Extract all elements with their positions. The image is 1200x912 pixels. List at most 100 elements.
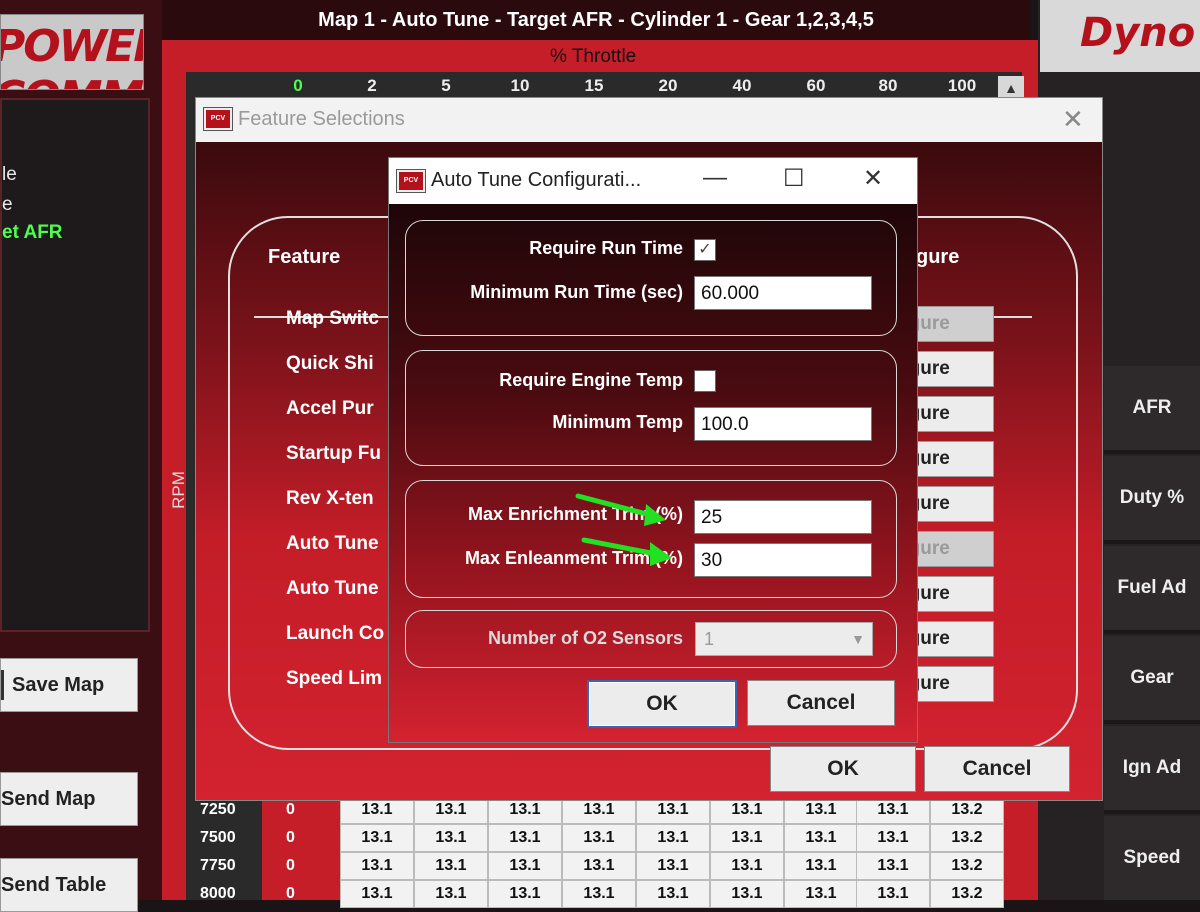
- afr-cell[interactable]: 13.1: [784, 824, 858, 852]
- column-header: 80: [878, 76, 898, 95]
- gauge-speed[interactable]: Speed: [1104, 816, 1200, 904]
- o2-sensors-value: 1: [704, 629, 715, 649]
- afr-cell[interactable]: 13.1: [784, 880, 858, 908]
- require-run-time-label: Require Run Time: [529, 238, 683, 258]
- column-header: 5: [441, 76, 451, 95]
- afr-cell[interactable]: 13.1: [340, 852, 414, 880]
- feature-cancel-button[interactable]: Cancel: [924, 746, 1070, 792]
- column-header: 15: [584, 76, 604, 95]
- send-map-button[interactable]: Send Map: [0, 772, 138, 826]
- app-icon: PCV: [204, 108, 232, 130]
- auto-tune-cancel-button[interactable]: Cancel: [747, 680, 895, 726]
- afr-cell[interactable]: 13.2: [930, 824, 1004, 852]
- gauge-fuel-adjust[interactable]: Fuel Ad: [1104, 546, 1200, 634]
- require-engine-temp-label: Require Engine Temp: [499, 370, 683, 390]
- button-separator: [1, 670, 4, 700]
- maximize-icon[interactable]: ☐: [783, 164, 805, 193]
- chevron-down-icon: ▼: [851, 631, 865, 647]
- afr-cell[interactable]: 13.1: [340, 824, 414, 852]
- afr-cell[interactable]: 13.2: [930, 880, 1004, 908]
- save-map-label: Save Map: [12, 673, 105, 696]
- gauge-afr[interactable]: AFR: [1104, 366, 1200, 454]
- afr-cell[interactable]: 13.1: [340, 880, 414, 908]
- require-engine-temp-checkbox[interactable]: [694, 370, 716, 392]
- afr-cell[interactable]: 13.1: [710, 796, 784, 824]
- map-nav-list: le e et AFR: [0, 98, 150, 632]
- afr-cell[interactable]: 13.1: [340, 796, 414, 824]
- feature-ok-button[interactable]: OK: [770, 746, 916, 792]
- min-temp-input[interactable]: 100.0: [694, 407, 872, 441]
- column-header: 0: [293, 76, 303, 95]
- send-table-button[interactable]: Send Table: [0, 858, 138, 912]
- minimize-icon[interactable]: —: [703, 164, 727, 192]
- afr-cell[interactable]: 13.1: [784, 852, 858, 880]
- column-header: 20: [658, 76, 678, 95]
- afr-cell[interactable]: 13.1: [414, 796, 488, 824]
- feature-quick-shift: Quick Shi: [286, 353, 374, 374]
- zero-throttle-cell[interactable]: 0: [286, 796, 316, 824]
- nav-item-target-afr[interactable]: et AFR: [2, 222, 63, 244]
- zero-throttle-cell[interactable]: 0: [286, 880, 316, 908]
- min-run-time-label: Minimum Run Time (sec): [470, 282, 683, 302]
- feature-column-header: Feature: [268, 246, 341, 268]
- gauge-gear[interactable]: Gear: [1104, 636, 1200, 724]
- afr-cell[interactable]: 13.1: [562, 852, 636, 880]
- afr-cell[interactable]: 13.1: [414, 880, 488, 908]
- throttle-column-headers: 0 2 5 10 15 20 40 60 80 100: [186, 72, 1022, 100]
- afr-cell[interactable]: 13.1: [784, 796, 858, 824]
- save-map-button[interactable]: Save Map: [0, 658, 138, 712]
- afr-cell[interactable]: 13.1: [488, 824, 562, 852]
- auto-tune-config-dialog: PCV Auto Tune Configurati... — ☐ ✕ Requi…: [388, 157, 918, 743]
- nav-item[interactable]: le: [2, 164, 17, 186]
- afr-cell[interactable]: 13.2: [930, 852, 1004, 880]
- afr-cell[interactable]: 13.1: [562, 824, 636, 852]
- gauge-duty[interactable]: Duty %: [1104, 456, 1200, 544]
- afr-cell[interactable]: 13.1: [562, 880, 636, 908]
- column-header: 2: [367, 76, 377, 95]
- afr-cell[interactable]: 13.1: [488, 796, 562, 824]
- afr-cell[interactable]: 13.1: [710, 824, 784, 852]
- gauge-ignition-advance[interactable]: Ign Ad: [1104, 726, 1200, 814]
- feature-speed-limiter: Speed Lim: [286, 668, 383, 689]
- feature-auto-tune: Auto Tune: [286, 533, 379, 554]
- column-header: 100: [947, 76, 977, 95]
- afr-cell[interactable]: 13.1: [856, 852, 930, 880]
- zero-throttle-cell[interactable]: 0: [286, 824, 316, 852]
- afr-cell[interactable]: 13.1: [488, 852, 562, 880]
- close-icon[interactable]: ✕: [1062, 104, 1084, 135]
- zero-throttle-cell[interactable]: 0: [286, 852, 316, 880]
- auto-tune-dialog-body: Require Run Time ✓ Minimum Run Time (sec…: [389, 204, 917, 742]
- o2-sensors-select: 1 ▼: [695, 622, 873, 656]
- auto-tune-ok-button[interactable]: OK: [587, 680, 737, 728]
- auto-tune-dialog-title: Auto Tune Configurati...: [431, 169, 642, 191]
- afr-cell[interactable]: 13.1: [414, 852, 488, 880]
- scroll-up-button[interactable]: ▲: [998, 76, 1024, 100]
- afr-cell[interactable]: 13.1: [636, 852, 710, 880]
- afr-cell[interactable]: 13.1: [562, 796, 636, 824]
- feature-dialog-titlebar[interactable]: PCV Feature Selections ✕: [196, 98, 1102, 142]
- feature-dialog-title: Feature Selections: [238, 108, 405, 130]
- rpm-cell: 7250: [200, 801, 236, 818]
- feature-rev-xtend: Rev X-ten: [286, 488, 374, 509]
- afr-cell[interactable]: 13.1: [856, 796, 930, 824]
- afr-cell[interactable]: 13.1: [856, 880, 930, 908]
- min-temp-label: Minimum Temp: [552, 412, 683, 432]
- max-enleanment-input[interactable]: 30: [694, 543, 872, 577]
- map-title: Map 1 - Auto Tune - Target AFR - Cylinde…: [162, 0, 1030, 40]
- afr-cell[interactable]: 13.1: [636, 880, 710, 908]
- afr-cell[interactable]: 13.2: [930, 796, 1004, 824]
- close-icon[interactable]: ✕: [863, 164, 883, 193]
- afr-cell[interactable]: 13.1: [710, 852, 784, 880]
- afr-cell[interactable]: 13.1: [414, 824, 488, 852]
- min-run-time-input[interactable]: 60.000: [694, 276, 872, 310]
- rpm-axis-label: RPM: [168, 471, 188, 509]
- afr-cell[interactable]: 13.1: [636, 796, 710, 824]
- afr-cell[interactable]: 13.1: [856, 824, 930, 852]
- max-enrichment-input[interactable]: 25: [694, 500, 872, 534]
- nav-item[interactable]: e: [2, 194, 13, 216]
- auto-tune-dialog-titlebar[interactable]: PCV Auto Tune Configurati... — ☐ ✕: [389, 158, 917, 204]
- afr-cell[interactable]: 13.1: [636, 824, 710, 852]
- afr-cell[interactable]: 13.1: [488, 880, 562, 908]
- require-run-time-checkbox[interactable]: ✓: [694, 239, 716, 261]
- afr-cell[interactable]: 13.1: [710, 880, 784, 908]
